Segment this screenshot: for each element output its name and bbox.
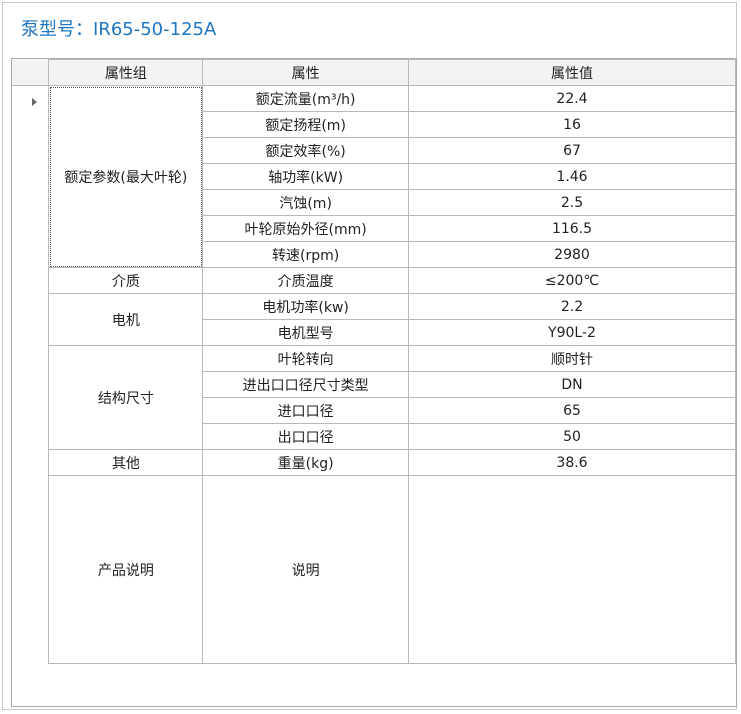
header-row: 属性组 属性 属性值 [12, 59, 737, 86]
group-cell[interactable]: 结构尺寸 [48, 345, 204, 450]
attribute-cell[interactable]: 叶轮原始外径(mm) [202, 215, 409, 242]
value-cell[interactable]: 116.5 [407, 215, 737, 242]
value-cell[interactable]: 50 [407, 423, 737, 450]
table-row[interactable]: 产品说明 说明 [12, 475, 737, 664]
attribute-cell[interactable]: 说明 [202, 475, 409, 664]
value-cell[interactable]: 67 [407, 137, 737, 164]
attribute-cell[interactable]: 额定扬程(m) [202, 111, 409, 138]
table-row[interactable]: 额定参数(最大叶轮) 额定流量(m³/h) 22.4 [12, 85, 737, 664]
column-header-value[interactable]: 属性值 [407, 59, 737, 86]
value-cell[interactable]: 2980 [407, 241, 737, 268]
attribute-cell[interactable]: 额定流量(m³/h) [202, 85, 409, 112]
attribute-cell[interactable]: 转速(rpm) [202, 241, 409, 268]
attribute-cell[interactable]: 叶轮转向 [202, 345, 409, 372]
window-frame: 泵型号：IR65-50-125A 属性组 属性 属性值 额定参数(最大叶轮) 额… [2, 2, 737, 710]
property-grid: 属性组 属性 属性值 额定参数(最大叶轮) 额定流量(m³/h) 22.4 额定… [11, 58, 737, 707]
value-cell[interactable]: 16 [407, 111, 737, 138]
row-indicator-header [12, 59, 50, 86]
attribute-cell[interactable]: 进口口径 [202, 397, 409, 424]
column-header-attribute[interactable]: 属性 [202, 59, 409, 86]
value-cell[interactable]: 顺时针 [407, 345, 737, 372]
value-cell[interactable]: 38.6 [407, 449, 737, 476]
attribute-cell[interactable]: 电机型号 [202, 319, 409, 346]
page-title: 泵型号：IR65-50-125A [21, 19, 217, 40]
group-cell[interactable]: 介质 [48, 267, 204, 294]
value-cell[interactable]: 2.2 [407, 293, 737, 320]
row-indicator-column [12, 85, 50, 664]
attribute-cell[interactable]: 额定效率(%) [202, 137, 409, 164]
table-row[interactable]: 结构尺寸 叶轮转向 顺时针 [12, 345, 737, 450]
table-row[interactable]: 电机 电机功率(kw) 2.2 [12, 293, 737, 346]
value-cell[interactable]: DN [407, 371, 737, 398]
group-cell[interactable]: 额定参数(最大叶轮) [48, 85, 204, 268]
group-cell[interactable]: 产品说明 [48, 475, 204, 664]
attribute-cell[interactable]: 重量(kg) [202, 449, 409, 476]
attribute-cell[interactable]: 进出口口径尺寸类型 [202, 371, 409, 398]
property-table: 属性组 属性 属性值 额定参数(最大叶轮) 额定流量(m³/h) 22.4 额定… [12, 59, 737, 664]
attribute-cell[interactable]: 轴功率(kW) [202, 163, 409, 190]
value-cell[interactable]: 2.5 [407, 189, 737, 216]
group-cell[interactable]: 其他 [48, 449, 204, 476]
value-cell[interactable]: ≤200℃ [407, 267, 737, 294]
attribute-cell[interactable]: 汽蚀(m) [202, 189, 409, 216]
value-cell[interactable]: 65 [407, 397, 737, 424]
value-cell[interactable]: 1.46 [407, 163, 737, 190]
value-cell[interactable] [407, 475, 737, 664]
column-header-group[interactable]: 属性组 [48, 59, 204, 86]
table-row[interactable]: 其他 重量(kg) 38.6 [12, 449, 737, 476]
value-cell[interactable]: Y90L-2 [407, 319, 737, 346]
table-row[interactable]: 介质 介质温度 ≤200℃ [12, 267, 737, 294]
group-cell[interactable]: 电机 [48, 293, 204, 346]
attribute-cell[interactable]: 介质温度 [202, 267, 409, 294]
value-cell[interactable]: 22.4 [407, 85, 737, 112]
current-row-arrow-icon [32, 98, 38, 106]
attribute-cell[interactable]: 电机功率(kw) [202, 293, 409, 320]
attribute-cell[interactable]: 出口口径 [202, 423, 409, 450]
